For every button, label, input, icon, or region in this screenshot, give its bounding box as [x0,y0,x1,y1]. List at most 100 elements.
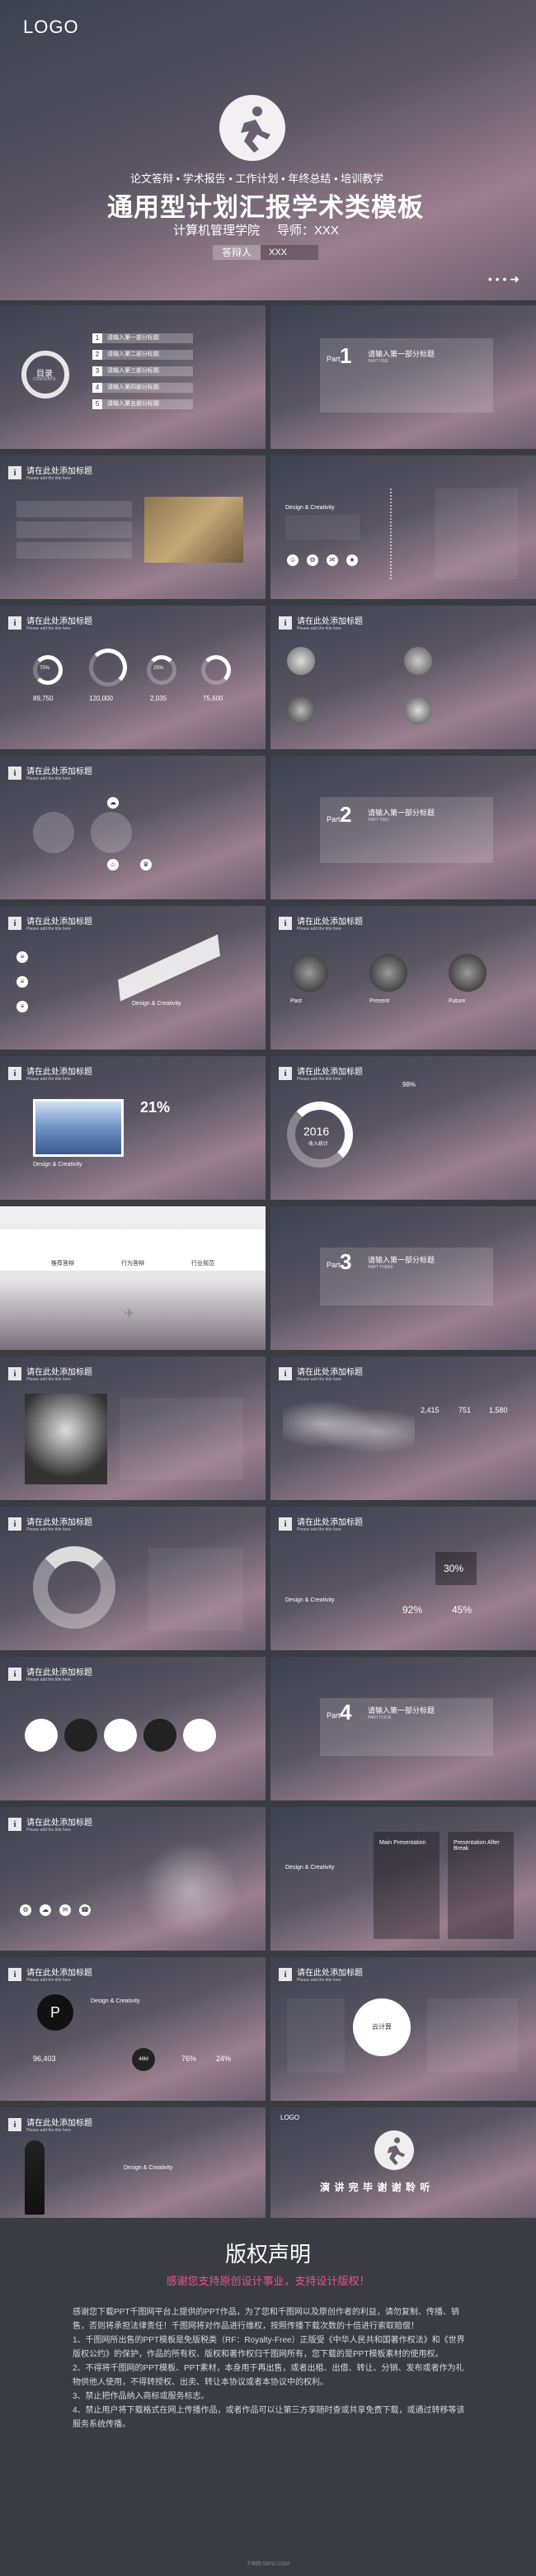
presentation-preview: { "cover": { "logo": "LOGO", "subtitle":… [0,0,536,2576]
part4-slide: Part 4 请输入第一部分标题 PART FOUR [270,1657,536,1800]
design-heading: Design & Creativity [124,2165,173,2171]
part-number: 3 [340,1249,352,1274]
slide-icon-head: i 请在此处添加标题 Please add the title here ⚙ ☁ ✉… [0,1807,266,1951]
toc-item[interactable]: 5 请输入第五部分标题 [92,399,193,409]
institution: 计算机管理学院 导师：XXX [173,224,339,238]
text-column [435,488,518,579]
tab-item[interactable]: 推荐答辩 [51,1259,74,1267]
circle-node [143,1719,176,1752]
text-block [285,515,360,540]
design-heading: Design & Creativity [132,1001,181,1007]
text-column [120,1398,243,1480]
toc-item[interactable]: 2 请输入第二部分标题 [92,350,193,360]
design-heading: Design & Creativity [33,1162,82,1168]
ending-logo: LOGO [280,2114,300,2121]
slide-arrows: i 请在此处添加标题 Please add the title here Desig… [0,906,266,1050]
year-sub: 收入统计 [308,1142,329,1147]
trophy-icon: ♛ [140,859,152,870]
slide-flow-circles: i 请在此处添加标题 Please add the title here ☁ ⌂ ♛ [0,756,266,899]
person-silhouette [25,2140,45,2215]
after-break-label: Presentation After Break [454,1840,500,1852]
stat-value: 751 [458,1406,472,1414]
present-label: Present [369,998,390,1004]
circle-node [104,1719,137,1752]
part-sub: PART ONE [368,359,389,364]
tab-item[interactable]: 行业规范 [191,1259,214,1267]
copyright-body: 感谢您下载PPT千图网平台上提供的PPT作品，为了您和千图网以及原创作者的利益，… [73,2305,468,2432]
mail-icon: ✉ [59,1904,71,1916]
avatar [287,696,315,724]
next-arrow-icon[interactable]: • • • ➜ [488,272,520,286]
mountain-image [33,1099,124,1157]
design-heading: Design & Creativity [91,1998,140,2004]
copyright-paragraph: 4、禁止用户将下载格式在网上传播作品，或者作品可以让第三方享随时查或共享免费下载… [73,2406,465,2429]
copyright-footer: 千图网 58PIC.COM [246,2562,289,2567]
design-heading: Design & Creativity [285,1865,335,1871]
part3-slide: Part 3 请输入第一部分标题 PART THREE [270,1206,536,1350]
design-heading: Design & Creativity [285,505,335,511]
toc-item[interactable]: 1 请输入第一部分标题 [92,333,193,343]
phone-icon: ☎ [79,1904,91,1916]
card [374,1832,440,1939]
part-sub: PART FOUR [368,1715,392,1720]
list-icon: ≡ [16,951,28,963]
toc-item[interactable]: 4 请输入第四部分标题 [92,383,193,393]
future-label: Future [449,998,466,1004]
design-heading: Design & Creativity [285,1597,335,1603]
toc-item[interactable]: 3 请输入第三部分标题 [92,366,193,376]
slide-year-ring: i 请在此处添加标题 Please add the title here 2016 … [270,1056,536,1200]
stat-value: 24% [216,2055,232,2063]
slide-cloud: i 请在此处添加标题 Please add the title here 云计算 [270,1957,536,2101]
chat-icon: ✉ [327,554,338,566]
part-sub: PART THREE [368,1265,394,1270]
circle-node [25,1719,58,1752]
stat-value: 48M [132,2048,155,2071]
copyright-paragraph: 1、千图网所出售的PPT模板是免版税类（RF：Royalty-Free）正版受《… [73,2336,465,2359]
slide-circles-row: i 请在此处添加标题 Please add the title here [0,1657,266,1800]
cloud-icon: ☁ [40,1904,51,1916]
toc-sublabel: CONTENTS [33,377,56,382]
progress-ring [201,655,231,685]
past-label: Past [290,998,303,1004]
stat-value: 2,415 [421,1406,440,1414]
percent-value: 92% [402,1604,423,1616]
star-icon: ★ [346,554,358,566]
user-icon: ☺ [287,554,299,566]
part-label: Part [327,355,341,363]
ending-text: 演 讲 完 毕 谢 谢 聆 听 [320,2182,431,2193]
copyright-section: 版权声明 感谢您支持原创设计事业，支持设计版权！ 感谢您下载PPT千图网平台上提… [0,2221,536,2576]
landscape-image [144,497,243,563]
percent-value: 21% [140,1099,171,1116]
list-icon: ≡ [16,1001,28,1012]
tab-item[interactable]: 行为答辩 [121,1259,144,1267]
avatar [287,647,315,675]
part-sub: PART TWO [368,818,389,823]
slide-person: i 请在此处添加标题 Please add the title here Desig… [0,2107,266,2218]
slide-images-list: i 请在此处添加标题 Please add the title here [0,455,266,599]
timeline-image [449,954,487,992]
slide-tabs: 推荐答辩 行为答辩 行业规范 ✈ [0,1206,266,1350]
logo: LOGO [23,17,79,37]
list-row [16,521,132,538]
part-label: Part [327,1711,341,1720]
part-number: 1 [340,343,352,368]
pier-photo [25,1394,107,1484]
text-column [287,1998,345,2073]
copyright-paragraph: 2、不得将千图网的PPT模板、PPT素材，本身用于再出售，或者出租、出借、转让、… [73,2364,464,2387]
respondent-label: 答辩人 [213,245,261,260]
text-column [427,1998,518,2073]
timeline-image [369,954,407,992]
part-label: Part [327,815,341,823]
percent-value: 98% [402,1081,416,1088]
slide-photo-text: i 请在此处添加标题 Please add the title here [0,1356,266,1500]
timeline-image [290,954,328,992]
part-title: 请输入第一部分标题 [368,1706,435,1715]
arrow-shape [118,934,220,1002]
copyright-paragraph: 3、禁止把作品纳入商标或服务标志。 [73,2392,209,2401]
gear-icon: ⚙ [307,554,318,566]
respondent-value: XXX [261,245,318,260]
slide-design-icons: Design & Creativity ☺ ⚙ ✉ ★ [270,455,536,599]
stat-value: 76% [181,2055,197,2063]
list-row [16,542,132,559]
slide-presentation-cards: Design & Creativity Main Presentation Pr… [270,1807,536,1951]
